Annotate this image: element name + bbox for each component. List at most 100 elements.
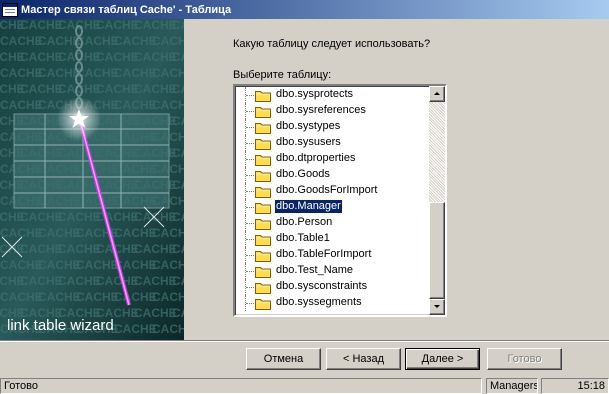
window-title: Мастер связи таблиц Cache' - Таблица xyxy=(21,3,232,16)
folder-icon xyxy=(255,297,271,310)
watermark-text: CACHE xyxy=(20,242,63,256)
table-tree[interactable]: dbo.sysprotects dbo.sysreferences dbo.syst… xyxy=(235,86,432,315)
next-button[interactable]: Далее > xyxy=(405,348,480,370)
table-name: dbo.Test_Name xyxy=(276,264,354,276)
watermark-text: CACHE xyxy=(172,210,184,224)
folder-icon xyxy=(255,105,271,118)
table-list-item[interactable]: dbo.Table1 xyxy=(235,231,432,247)
watermark-text: CACHE xyxy=(114,34,157,48)
watermark-text: CACHE xyxy=(152,226,184,240)
wizard-illustration: CACHECACHECACHECACHECACHECACHECACHECACHE… xyxy=(0,19,184,340)
watermark-text: CACHE xyxy=(134,306,177,320)
table-list-item[interactable]: dbo.Goods xyxy=(235,167,432,183)
table-list-item[interactable]: dbo.Test_Name xyxy=(235,263,432,279)
back-button[interactable]: < Назад xyxy=(326,348,401,370)
folder-icon xyxy=(255,169,271,182)
watermark-text: CACHE xyxy=(172,306,184,320)
table-list-label: Выберите таблицу: xyxy=(233,69,332,81)
table-list-item[interactable]: dbo.GoodsForImport xyxy=(235,183,432,199)
watermark-text: CACHE xyxy=(0,98,43,112)
folder-icon xyxy=(255,233,271,246)
watermark-text: CACHE xyxy=(152,322,184,336)
folder-icon xyxy=(255,265,271,278)
watermark-text: CACHE xyxy=(38,66,81,80)
table-list[interactable]: dbo.sysprotects dbo.sysreferences dbo.syst… xyxy=(233,84,447,317)
watermark-text: CACHE xyxy=(20,274,63,288)
watermark-text: CACHE xyxy=(152,34,184,48)
watermark-text: CACHE xyxy=(152,66,184,80)
watermark-text: CACHE xyxy=(96,274,139,288)
table-list-item[interactable]: dbo.sysconstraints xyxy=(235,279,432,295)
watermark-text: CACHE xyxy=(96,50,139,64)
watermark-text: CACHE xyxy=(172,19,184,32)
watermark-text: CACHE xyxy=(0,258,43,272)
app-icon[interactable] xyxy=(2,2,18,17)
footer-separator xyxy=(0,340,609,342)
watermark-text: CACHE xyxy=(172,114,184,128)
watermark-text: CACHE xyxy=(76,290,119,304)
question-text: Какую таблицу следует использовать? xyxy=(233,38,431,50)
watermark-text: CACHE xyxy=(38,226,81,240)
watermark-text: CACHE xyxy=(58,242,101,256)
table-list-item[interactable]: dbo.sysprotects xyxy=(235,87,432,103)
watermark-text: CACHE xyxy=(58,274,101,288)
watermark-text: CACHE xyxy=(20,19,63,32)
table-list-item[interactable]: dbo.TableForImport xyxy=(235,247,432,263)
finish-button: Готово xyxy=(487,348,562,370)
table-list-item[interactable]: dbo.sysreferences xyxy=(235,103,432,119)
folder-icon xyxy=(255,89,271,102)
watermark-text: CACHE xyxy=(134,82,177,96)
watermark-text: CACHE xyxy=(114,66,157,80)
table-name: dbo.dtproperties xyxy=(276,152,356,164)
table-list-item[interactable]: dbo.dtproperties xyxy=(235,151,432,167)
watermark-text: CACHE xyxy=(76,258,119,272)
tree-branch xyxy=(246,95,254,96)
watermark-text: CACHE xyxy=(172,274,184,288)
status-text: Готово xyxy=(0,378,482,394)
table-name: dbo.systypes xyxy=(276,120,341,132)
table-name: dbo.syssegments xyxy=(276,296,362,308)
folder-icon xyxy=(255,201,271,214)
table-list-item[interactable]: dbo.sysusers xyxy=(235,135,432,151)
table-list-item[interactable]: dbo.syssegments xyxy=(235,295,432,311)
table-list-item[interactable]: dbo.systypes xyxy=(235,119,432,135)
watermark-text: CACHE xyxy=(0,290,43,304)
watermark-text: CACHE xyxy=(96,19,139,32)
cancel-button[interactable]: Отмена xyxy=(246,348,321,370)
table-name: dbo.Person xyxy=(276,216,333,228)
watermark-text: CACHE xyxy=(152,98,184,112)
tree-branch xyxy=(246,191,254,192)
table-name: dbo.Table1 xyxy=(276,232,330,244)
watermark-text: CACHE xyxy=(114,98,157,112)
table-list-item[interactable]: dbo.Manager xyxy=(235,199,432,215)
table-name: dbo.Goods xyxy=(276,168,330,180)
watermark-text: CACHE xyxy=(134,274,177,288)
tree-branch xyxy=(246,111,254,112)
table-list-item[interactable]: dbo.Person xyxy=(235,215,432,231)
watermark-text: CACHE xyxy=(134,210,177,224)
scroll-up-button[interactable] xyxy=(429,86,445,102)
tree-branch xyxy=(246,127,254,128)
folder-icon xyxy=(255,121,271,134)
table-name: dbo.TableForImport xyxy=(276,248,372,260)
vertical-scrollbar[interactable] xyxy=(429,86,445,315)
title-bar[interactable]: Мастер связи таблиц Cache' - Таблица xyxy=(0,0,609,19)
folder-icon xyxy=(255,185,271,198)
watermark-text: CACHE xyxy=(152,290,184,304)
watermark-text: CACHE xyxy=(114,226,157,240)
watermark-text: CACHE xyxy=(20,210,63,224)
arrow-down-icon xyxy=(434,305,440,308)
watermark-text: CACHE xyxy=(114,290,157,304)
tree-branch xyxy=(246,207,254,208)
tree-branch xyxy=(246,303,254,304)
watermark-text: CACHE xyxy=(38,34,81,48)
scroll-down-button[interactable] xyxy=(429,299,445,315)
tree-branch xyxy=(246,159,254,160)
table-name: dbo.sysprotects xyxy=(276,88,354,100)
tree-branch xyxy=(246,271,254,272)
watermark-text: CACHE xyxy=(38,290,81,304)
folder-icon xyxy=(255,153,271,166)
watermark-text: CACHE xyxy=(172,242,184,256)
scroll-thumb[interactable] xyxy=(429,202,445,299)
watermark-text: CACHE xyxy=(58,210,101,224)
